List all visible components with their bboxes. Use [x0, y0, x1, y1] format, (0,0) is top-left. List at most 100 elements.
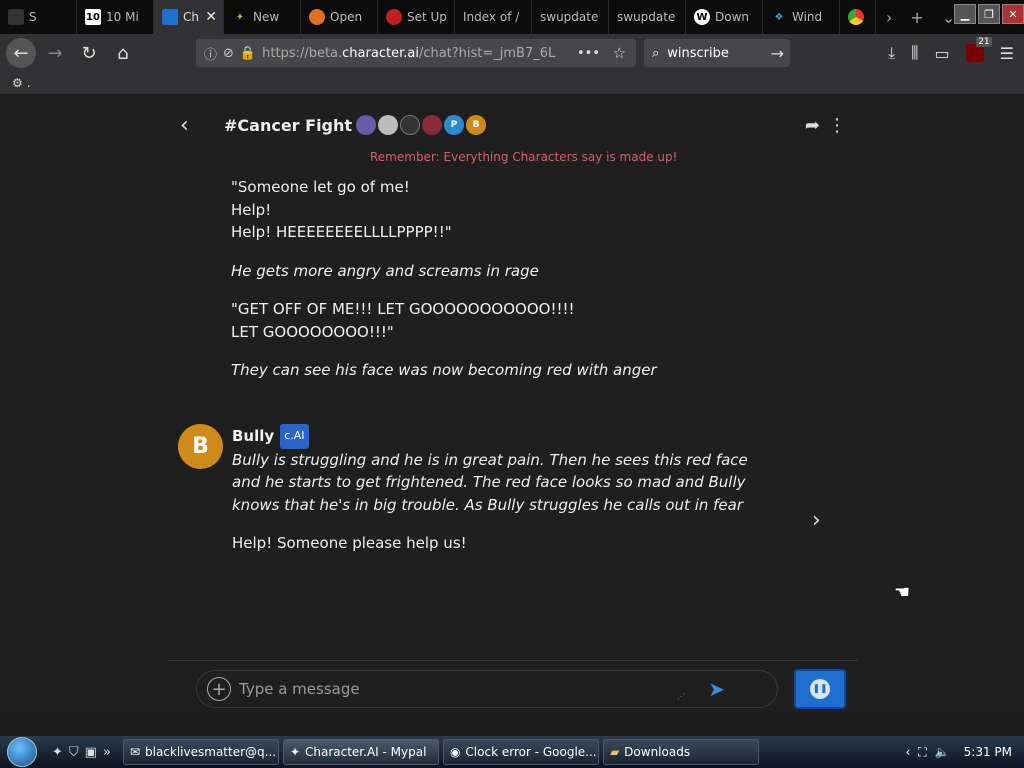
bookmark-favicon-icon[interactable]: ⚙	[12, 76, 23, 90]
next-response-chevron-icon[interactable]: ›	[812, 508, 821, 533]
bot-name-row: Bully c.AI	[232, 424, 752, 449]
clock[interactable]: 5:31 PM	[964, 745, 1012, 759]
chat-page: ‹ #Cancer Fight P B ➦ ⋮ Remember: Everyt…	[0, 94, 1024, 712]
tab[interactable]: Index of /	[455, 0, 532, 34]
add-attachment-icon[interactable]: +	[207, 677, 231, 701]
close-icon[interactable]: ✕	[205, 9, 217, 25]
participant-avatars[interactable]: P B	[356, 115, 487, 135]
start-button[interactable]	[0, 736, 44, 768]
tab[interactable]: swupdate	[532, 0, 609, 34]
sidebar-icon[interactable]: ▭	[935, 44, 950, 63]
url-prefix: https://beta.	[262, 45, 343, 61]
search-go-icon[interactable]: →	[771, 44, 784, 63]
folder-icon: ▰	[609, 745, 620, 759]
info-icon[interactable]: ⓘ	[204, 44, 217, 63]
message-line: Help!	[231, 200, 272, 219]
taskbar-button[interactable]: ✉ blacklivesmatter@q...	[122, 739, 279, 765]
chrome-icon: ◉	[449, 745, 461, 759]
tab-label: Set Up	[407, 10, 447, 24]
user-message: "Someone let go of me! Help! Help! HEEEE…	[231, 176, 771, 398]
taskbar-button-label: Downloads	[624, 745, 691, 759]
chevron-right-icon[interactable]: ›	[886, 8, 892, 27]
search-bar[interactable]: ⌕ winscribe →	[644, 39, 790, 67]
library-icon[interactable]: ⫼	[911, 43, 918, 63]
pointer-cursor-icon: ☚	[894, 582, 911, 603]
taskbar-button-active[interactable]: ✦ Character.AI - Mypal	[282, 739, 439, 765]
tab-label: 10 Mi	[106, 10, 139, 24]
message-line: "Someone let go of me!	[231, 178, 410, 196]
message-line: They can see his face was now becoming r…	[231, 361, 657, 379]
reload-icon[interactable]: ↻	[74, 38, 104, 68]
toolbar-right: ⤓ ⫼ ▭ 21 ☰	[888, 37, 1014, 63]
home-icon[interactable]: ⌂	[108, 38, 138, 68]
taskbar-button-label: Character.AI - Mypal	[305, 745, 427, 759]
tab[interactable]: ❖ Wind	[763, 0, 840, 34]
quick-launch: ✦ ⛉ ▣ »	[44, 745, 119, 760]
tracking-shield-icon[interactable]: ⊘	[223, 46, 234, 61]
bookmarks-bar: ⚙ .	[0, 72, 1024, 94]
tab[interactable]	[840, 0, 876, 34]
bookmark-star-icon[interactable]: ☆	[613, 44, 626, 62]
close-window-icon[interactable]: ✕	[1002, 4, 1024, 24]
page-actions-icon[interactable]: •••	[577, 46, 600, 61]
new-tab-icon[interactable]: +	[910, 8, 923, 27]
maximize-icon[interactable]: ❐	[978, 4, 1000, 24]
search-icon: ⌕	[652, 45, 660, 61]
message-paragraph: "GET OFF OF ME!!! LET GOOOOOOOOOOO!!!! L…	[231, 298, 771, 343]
menu-icon[interactable]: ☰	[1000, 44, 1014, 63]
mypal-icon[interactable]: ✦	[52, 745, 63, 760]
back-chevron-icon[interactable]: ‹	[180, 113, 224, 138]
message-input[interactable]	[239, 680, 669, 698]
mypal-icon: ✦	[235, 11, 245, 23]
tab[interactable]: ✦ New	[224, 0, 301, 34]
back-arrow-icon[interactable]: ←	[6, 38, 36, 68]
tab-label: Index of /	[463, 10, 520, 24]
taskbar-button-label: Clock error - Google...	[465, 745, 597, 759]
chevron-double-right-icon[interactable]: »	[103, 745, 111, 760]
tab-active[interactable]: Ch ✕	[154, 0, 224, 34]
ten-icon: 10	[85, 9, 101, 25]
minimize-icon[interactable]: ▁	[954, 4, 976, 24]
divider	[168, 660, 858, 661]
url-domain: character.ai	[342, 45, 419, 61]
search-input[interactable]: winscribe	[667, 46, 729, 61]
share-icon[interactable]: ➦	[805, 115, 820, 136]
tab-label: Wind	[792, 10, 823, 24]
tab[interactable]: swupdate	[609, 0, 686, 34]
tab[interactable]: Open	[301, 0, 378, 34]
message-line: "GET OFF OF ME!!! LET GOOOOOOOOOOO!!!!	[231, 300, 575, 318]
network-icon[interactable]: ⛶	[918, 745, 926, 760]
browser-nav-bar: ← → ↻ ⌂ ⓘ ⊘ 🔒 https://beta.character.ai/…	[0, 34, 1024, 72]
chevron-left-icon[interactable]: ‹	[905, 745, 910, 759]
ublock-icon[interactable]: 21	[965, 37, 992, 62]
tab-label: Open	[330, 10, 363, 24]
tab[interactable]: 10 10 Mi	[77, 0, 154, 34]
tab-label: S	[29, 10, 37, 24]
shield-icon[interactable]: ⛉	[69, 745, 79, 760]
send-icon[interactable]: ➤	[708, 677, 725, 701]
url-bar[interactable]: ⓘ ⊘ 🔒 https://beta.character.ai/chat?his…	[196, 39, 636, 67]
url-rest: /chat?hist=_jmB7_6L	[418, 45, 556, 61]
bookmark-item[interactable]: .	[27, 76, 31, 90]
tab-tools: › + ⌄	[876, 0, 955, 34]
speaker-icon[interactable]: 🔈	[935, 745, 950, 759]
avatar[interactable]: B	[178, 424, 223, 469]
message-line: He gets more angry and screams in rage	[231, 261, 539, 280]
resize-handle-icon[interactable]: ⋰	[677, 692, 685, 701]
tab[interactable]: S	[0, 0, 77, 34]
more-vertical-icon[interactable]: ⋮	[828, 115, 846, 136]
tab[interactable]: Set Up	[378, 0, 455, 34]
bot-name[interactable]: Bully	[232, 425, 274, 448]
tab[interactable]: W Down	[686, 0, 763, 34]
avatar	[400, 115, 421, 135]
avatar: B	[466, 115, 487, 135]
download-icon[interactable]: ⤓	[888, 43, 895, 63]
desktop-icon[interactable]: ▣	[85, 745, 97, 760]
wordpress-icon: W	[694, 9, 710, 25]
taskbar-button[interactable]: ◉ Clock error - Google...	[442, 739, 599, 765]
pause-button[interactable]: ❚❚	[794, 669, 846, 709]
tab-icon	[8, 9, 24, 25]
avatar	[378, 115, 399, 135]
forward-arrow-icon[interactable]: →	[40, 38, 70, 68]
taskbar-button[interactable]: ▰ Downloads	[602, 739, 759, 765]
